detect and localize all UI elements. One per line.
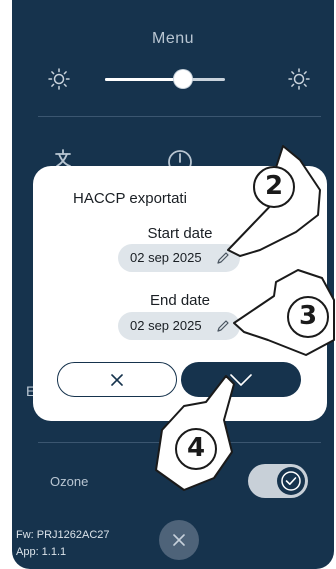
brightness-slider-thumb[interactable] — [174, 70, 192, 88]
pencil-icon — [217, 320, 229, 332]
firmware-version: Fw: PRJ1262AC27 — [16, 529, 110, 541]
sun-low-icon — [48, 68, 70, 90]
start-date-field[interactable]: 02 sep 2025 — [118, 244, 240, 272]
close-menu-button[interactable] — [159, 520, 199, 560]
brightness-slider[interactable] — [105, 70, 225, 88]
start-date-value: 02 sep 2025 — [130, 250, 202, 265]
ozone-toggle[interactable] — [248, 464, 308, 498]
app-version: App: 1.1.1 — [16, 546, 67, 558]
end-date-field[interactable]: 02 sep 2025 — [118, 312, 240, 340]
start-date-label: Start date — [147, 225, 213, 242]
pencil-icon — [217, 252, 229, 264]
step-badge: 2 — [253, 166, 295, 208]
close-x-icon — [111, 373, 123, 386]
close-icon — [173, 534, 185, 546]
menu-title: Menu — [151, 30, 195, 47]
confirm-button[interactable] — [181, 362, 301, 397]
step-badge: 3 — [287, 296, 329, 338]
chevron-down-icon — [230, 373, 252, 386]
screen: Menu E Ozone Fw: PRJ1262AC27 App: 1.1.1 … — [0, 0, 336, 569]
step-badge: 4 — [175, 428, 217, 470]
ozone-label: Ozone — [50, 474, 89, 489]
ozone-toggle-knob — [277, 467, 305, 495]
cancel-button[interactable] — [57, 362, 177, 397]
end-date-value: 02 sep 2025 — [130, 318, 202, 333]
end-date-label: End date — [149, 292, 211, 309]
sun-high-icon — [288, 68, 310, 90]
checkmark-icon — [281, 471, 301, 491]
divider-top — [38, 116, 321, 117]
brightness-slider-fill — [105, 78, 183, 81]
